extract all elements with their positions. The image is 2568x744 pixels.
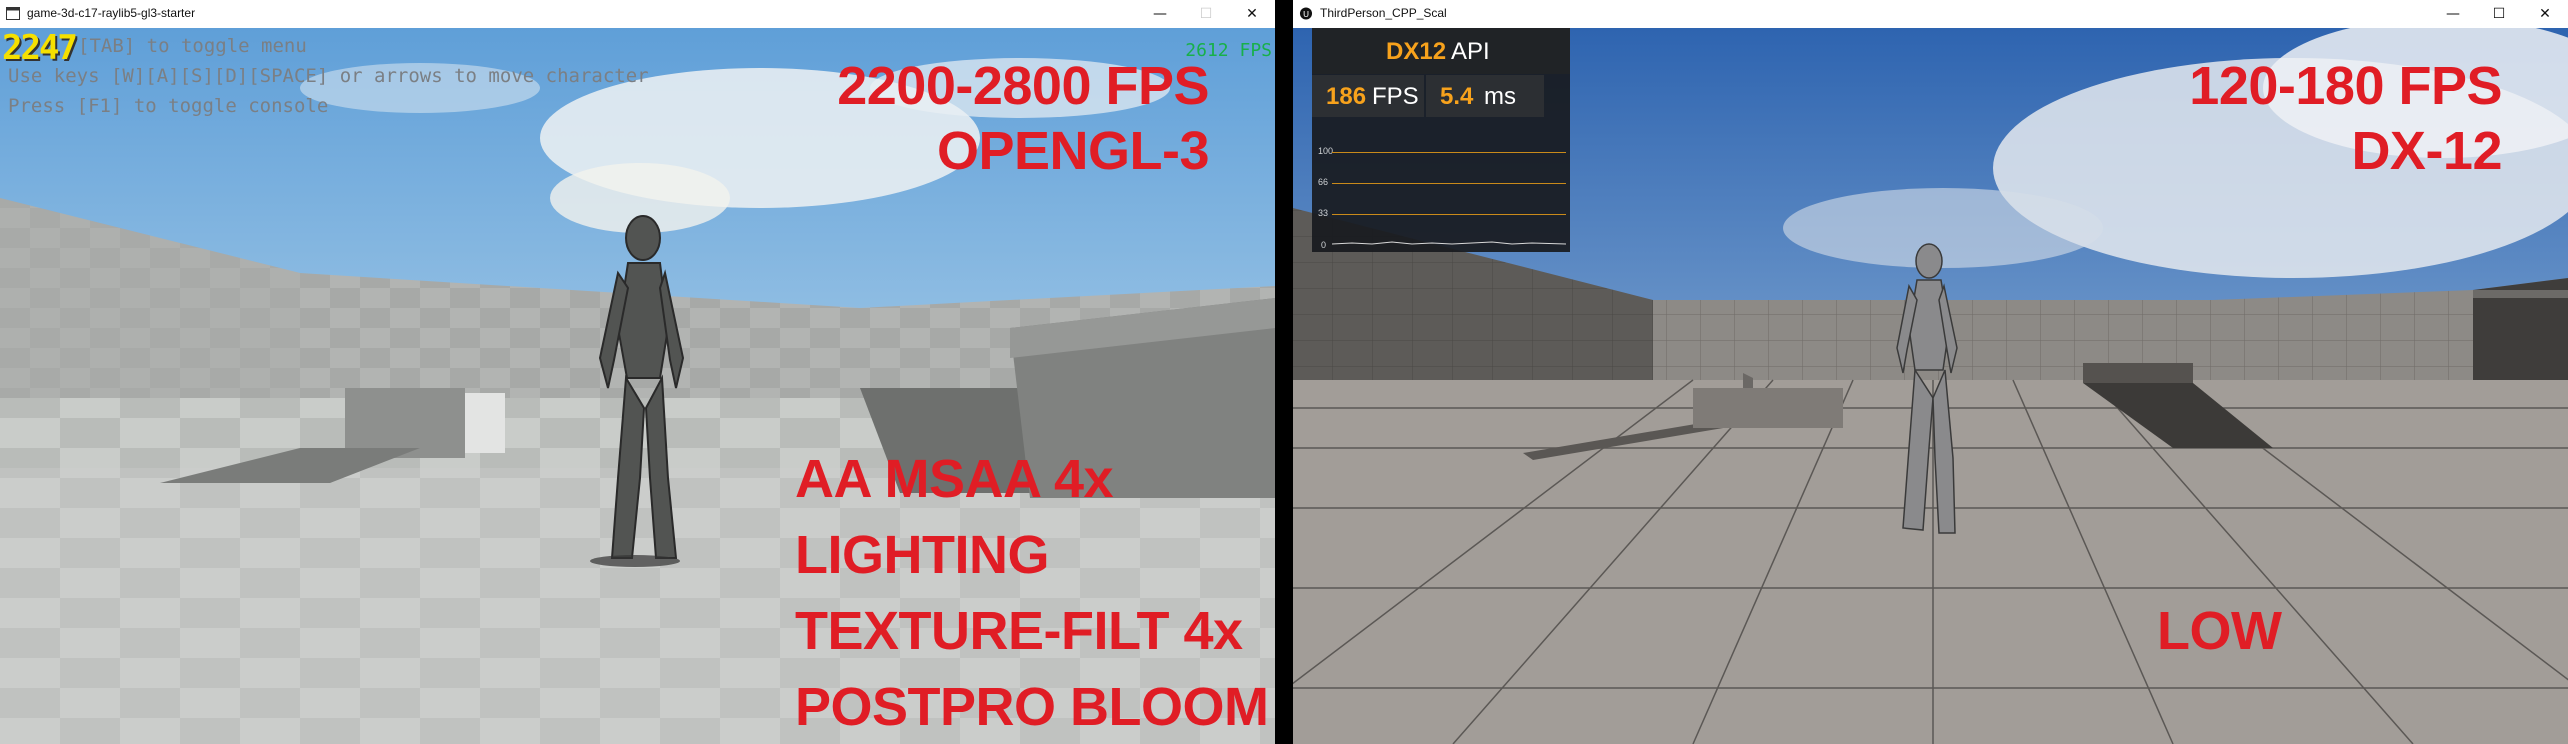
unreal-engine-icon: U [1299, 7, 1313, 20]
graph-line-33 [1332, 214, 1566, 215]
right-window-title: ThirdPerson_CPP_Scal [1320, 6, 1447, 20]
overlay-setting-aa: AA MSAA 4x [795, 449, 1114, 509]
help-toggle-console: Press [F1] to toggle console [8, 95, 329, 117]
left-close-button[interactable]: ✕ [1229, 0, 1275, 28]
raylib-viewport[interactable]: 2247 2612 FPS [TAB] to toggle menu Use k… [0, 28, 1275, 744]
right-titlebar[interactable]: U ThirdPerson_CPP_Scal — ☐ ✕ [1293, 0, 2568, 28]
unreal-viewport[interactable]: DX12 API 186 FPS 5.4 ms 100 66 33 0 120-… [1293, 28, 2568, 744]
left-titlebar[interactable]: game-3d-c17-raylib5-gl3-starter — ☐ ✕ [0, 0, 1275, 28]
svg-text:U: U [1303, 9, 1309, 19]
overlay-quality: LOW [2157, 601, 2282, 661]
fps-stat: 186 FPS [1312, 75, 1424, 117]
graph-line-66 [1332, 183, 1566, 184]
left-maximize-button[interactable]: ☐ [1183, 0, 1229, 28]
overlay-api: DX-12 [2351, 121, 2502, 181]
help-toggle-menu: [TAB] to toggle menu [78, 35, 307, 57]
graph-line-100 [1332, 152, 1566, 153]
overlay-setting-lighting: LIGHTING [795, 525, 1049, 585]
ms-value: 5.4 [1440, 83, 1474, 110]
right-close-button[interactable]: ✕ [2522, 0, 2568, 28]
api-name: DX12 [1386, 38, 1447, 65]
help-move-keys: Use keys [W][A][S][D][SPACE] or arrows t… [8, 65, 649, 87]
left-minimize-button[interactable]: — [1137, 0, 1183, 28]
overlay-setting-postpro: POSTPRO BLOOM [795, 677, 1269, 737]
fps-value: 186 [1326, 83, 1367, 110]
api-row: DX12 API [1312, 28, 1570, 74]
performance-panel: DX12 API 186 FPS 5.4 ms 100 66 33 0 [1312, 28, 1570, 252]
graph-label-100: 100 [1318, 146, 1334, 156]
raylib-window: game-3d-c17-raylib5-gl3-starter — ☐ ✕ 22… [0, 0, 1275, 744]
right-minimize-button[interactable]: — [2430, 0, 2476, 28]
window-app-icon [6, 7, 20, 20]
overlay-fps-range: 2200-2800 FPS [837, 56, 1209, 116]
left-window-title: game-3d-c17-raylib5-gl3-starter [27, 6, 196, 20]
graph-label-0: 0 [1321, 240, 1327, 250]
overlay-api: OPENGL-3 [936, 121, 1210, 181]
overlay-fps-range: 120-180 FPS [2189, 56, 2502, 116]
overlay-setting-texture: TEXTURE-FILT 4x [795, 601, 1243, 661]
ms-unit: ms [1484, 83, 1516, 110]
graph-label-66: 66 [1318, 177, 1329, 187]
unreal-window: U ThirdPerson_CPP_Scal — ☐ ✕ DX12 API 18… [1293, 0, 2568, 744]
ms-stat: 5.4 ms [1426, 75, 1544, 117]
right-maximize-button[interactable]: ☐ [2476, 0, 2522, 28]
fps-unit: FPS [1372, 83, 1419, 110]
fps-counter: 2247 [2, 28, 78, 68]
frametime-graph [1332, 241, 1566, 245]
api-label: API [1451, 38, 1490, 65]
graph-label-33: 33 [1318, 208, 1329, 218]
